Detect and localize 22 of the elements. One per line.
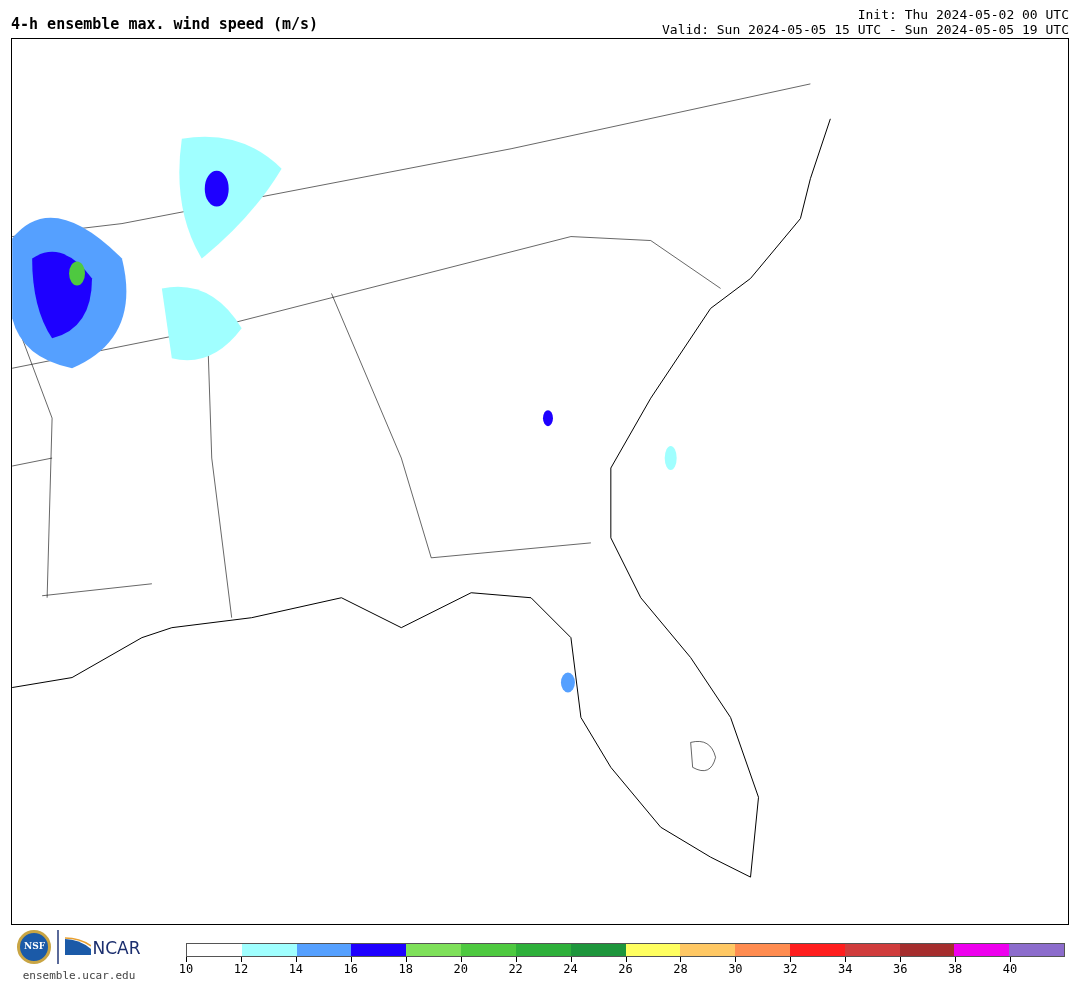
legend-tick-label: 36 xyxy=(892,963,908,975)
legend-tick-label: 24 xyxy=(563,963,578,975)
ncar-logo: NCAR xyxy=(65,937,141,957)
legend-tick-label: 14 xyxy=(288,963,304,975)
legend-tick-label: 22 xyxy=(508,963,523,975)
legend-tick-label: 10 xyxy=(178,963,194,975)
legend-tick-label: 28 xyxy=(673,963,688,975)
legend-tick-label: 20 xyxy=(453,963,468,975)
init-time: Init: Thu 2024-05-02 00 UTC xyxy=(857,7,1069,22)
legend-tick-label: 30 xyxy=(728,963,743,975)
legend-tick-label: 18 xyxy=(398,963,413,975)
nsf-logo: NSF xyxy=(17,930,52,964)
legend-tick-label: 16 xyxy=(343,963,359,975)
website-url: ensemble.ucar.edu xyxy=(22,968,136,984)
legend-tick-label: 32 xyxy=(783,963,798,975)
valid-time: Valid: Sun 2024-05-05 15 UTC - Sun 2024-05-05 19 UTC xyxy=(662,22,1069,37)
chart-title: 4-h ensemble max. wind speed (m/s) xyxy=(11,17,319,32)
legend-tick-label: 38 xyxy=(947,963,963,975)
legend-tick-label: 12 xyxy=(233,963,249,975)
legend-tick-label: 34 xyxy=(838,963,853,975)
legend-tick-label: 40 xyxy=(1002,963,1018,975)
legend-tick-label: 26 xyxy=(618,963,633,975)
